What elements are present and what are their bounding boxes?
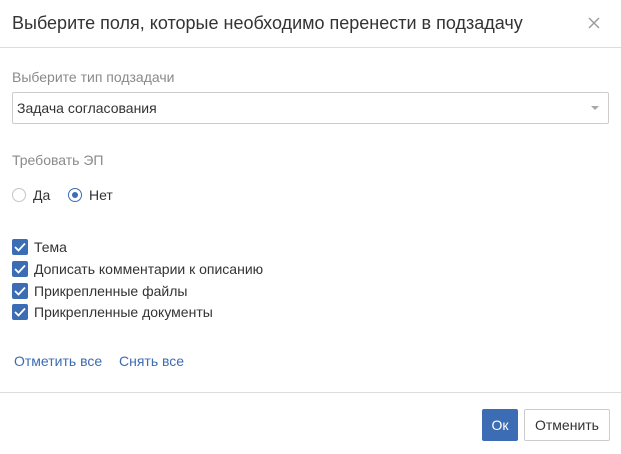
- radio-yes-label: Да: [33, 187, 51, 203]
- field-checkbox-topic[interactable]: Тема: [12, 238, 67, 256]
- checkbox-checked-icon[interactable]: [12, 283, 28, 299]
- footer-divider: [0, 392, 621, 393]
- field-label-files: Прикрепленные файлы: [34, 283, 188, 299]
- radio-signature-no[interactable]: Нет: [68, 186, 113, 204]
- subtask-type-label: Выберите тип подзадачи: [12, 69, 175, 85]
- signature-label: Требовать ЭП: [12, 152, 104, 168]
- clear-all-link[interactable]: Снять все: [119, 352, 184, 370]
- dialog-title: Выберите поля, которые необходимо перене…: [12, 13, 523, 33]
- close-icon[interactable]: [585, 14, 603, 32]
- subtask-type-value: Задача согласования: [17, 100, 157, 116]
- radio-yes-circle[interactable]: [12, 188, 26, 202]
- radio-no-label: Нет: [89, 187, 113, 203]
- field-checkbox-comments[interactable]: Дописать комментарии к описанию: [12, 260, 263, 278]
- field-label-topic: Тема: [34, 239, 67, 255]
- radio-no-circle[interactable]: [68, 188, 82, 202]
- field-checkbox-files[interactable]: Прикрепленные файлы: [12, 282, 187, 300]
- select-all-link[interactable]: Отметить все: [14, 352, 102, 370]
- field-label-documents: Прикрепленные документы: [34, 304, 213, 320]
- radio-signature-yes[interactable]: Да: [12, 186, 50, 204]
- checkbox-checked-icon[interactable]: [12, 261, 28, 277]
- checkbox-checked-icon[interactable]: [12, 239, 28, 255]
- subtask-type-select[interactable]: Задача согласования: [12, 92, 609, 124]
- ok-button[interactable]: Ок: [482, 409, 518, 441]
- dialog-header: Выберите поля, которые необходимо перене…: [0, 0, 621, 48]
- field-label-comments: Дописать комментарии к описанию: [34, 261, 264, 277]
- checkbox-checked-icon[interactable]: [12, 304, 28, 320]
- chevron-down-icon: [591, 106, 599, 110]
- subtask-fields-dialog: Выберите поля, которые необходимо перене…: [0, 0, 621, 454]
- field-checkbox-documents[interactable]: Прикрепленные документы: [12, 303, 213, 321]
- cancel-button[interactable]: Отменить: [524, 409, 610, 441]
